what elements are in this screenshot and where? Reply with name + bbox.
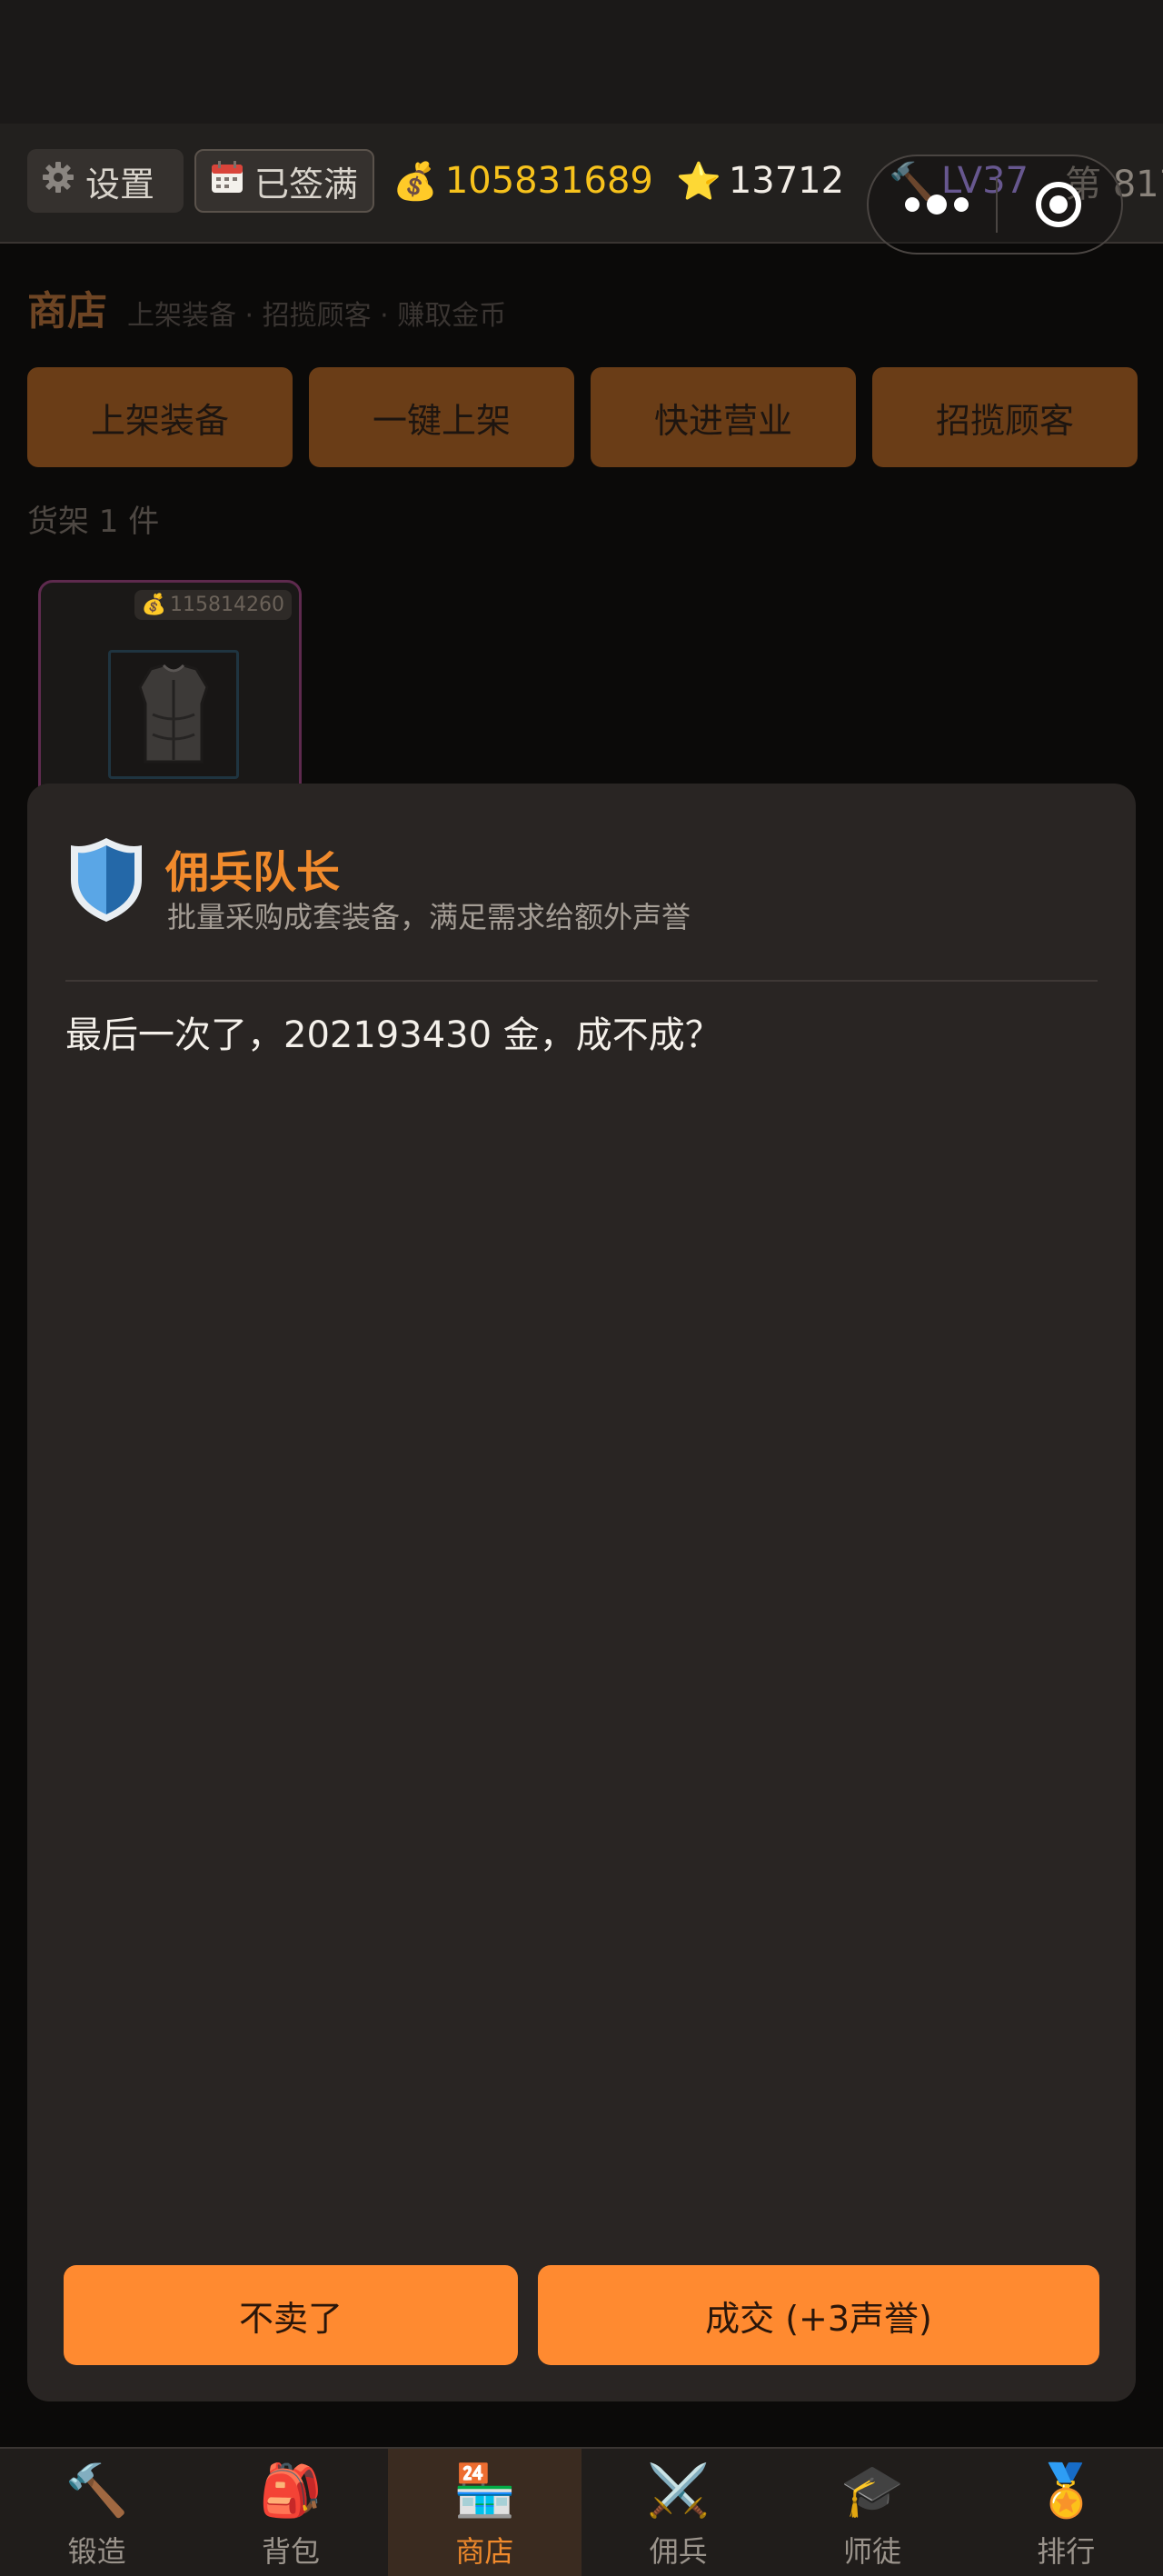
- accept-deal-button[interactable]: 成交 (+3声誉): [538, 2265, 1099, 2365]
- crossed-swords-icon: ⚔️: [646, 2461, 711, 2521]
- more-button[interactable]: [905, 195, 969, 215]
- nav-item-mercenary[interactable]: ⚔️ 佣兵: [582, 2449, 775, 2576]
- medal-icon: 🏅: [1034, 2461, 1098, 2521]
- star-icon: ⭐: [676, 160, 721, 203]
- nav-item-shop[interactable]: 🏪 商店: [387, 2449, 582, 2576]
- gear-icon: [40, 159, 76, 204]
- status-bar-area: [0, 0, 1163, 124]
- nav-item-mentor[interactable]: 🎓 师徒: [775, 2449, 969, 2576]
- customer-dialog: 佣兵队长 批量采购成套装备，满足需求给额外声誉 最后一次了，202193430 …: [27, 784, 1136, 2401]
- checkin-button[interactable]: 已签满: [194, 149, 374, 213]
- item-price: 115814260: [170, 594, 284, 616]
- nav-label: 商店: [455, 2534, 514, 2569]
- close-miniprogram-button[interactable]: [1036, 182, 1081, 227]
- settings-button[interactable]: 设置: [27, 149, 184, 213]
- reputation-balance: ⭐ 13712: [676, 149, 844, 213]
- one-click-list-button[interactable]: 一键上架: [309, 367, 574, 467]
- miniprogram-capsule: [867, 155, 1123, 255]
- bottom-nav: 🔨 锻造 🎒 背包 🏪 商店 ⚔️ 佣兵 🎓 师徒 🏅 排行: [0, 2447, 1163, 2576]
- armor-vest-icon: [108, 650, 239, 779]
- customer-description: 批量采购成套装备，满足需求给额外声誉: [167, 900, 691, 934]
- nav-label: 排行: [1037, 2534, 1096, 2569]
- fast-forward-button[interactable]: 快进营业: [591, 367, 856, 467]
- item-price-badge: 💰 115814260: [134, 590, 292, 620]
- dialog-header: 佣兵队长 批量采购成套装备，满足需求给额外声誉: [65, 834, 1098, 982]
- gold-balance: 💰 105831689: [393, 149, 653, 213]
- page-subtitle: 上架装备 · 招揽顾客 · 赚取金币: [127, 300, 507, 332]
- shield-icon: [65, 834, 147, 925]
- attract-customers-button[interactable]: 招揽顾客: [872, 367, 1138, 467]
- gold-value: 105831689: [444, 160, 653, 202]
- money-bag-icon: 💰: [393, 160, 438, 203]
- list-equipment-button[interactable]: 上架装备: [27, 367, 293, 467]
- nav-item-ranking[interactable]: 🏅 排行: [969, 2449, 1163, 2576]
- backpack-icon: 🎒: [259, 2461, 323, 2521]
- decline-button[interactable]: 不卖了: [64, 2265, 518, 2365]
- settings-label: 设置: [85, 164, 155, 205]
- nav-label: 背包: [261, 2534, 320, 2569]
- nav-label: 锻造: [67, 2534, 126, 2569]
- calendar-icon: [209, 159, 245, 204]
- hammer-icon: 🔨: [65, 2461, 129, 2521]
- star-value: 13712: [728, 160, 845, 202]
- money-bag-icon: 💰: [141, 594, 167, 616]
- shelf-count: 货架 1 件: [27, 504, 160, 540]
- nav-label: 师徒: [842, 2534, 901, 2569]
- offer-message: 最后一次了，202193430 金，成不成？: [65, 1014, 721, 1056]
- checkin-label: 已签满: [254, 164, 359, 205]
- nav-item-backpack[interactable]: 🎒 背包: [194, 2449, 387, 2576]
- resource-bar: 设置 已签满 💰 105831689 ⭐ 13712 🔨 LV37 第 81: [0, 124, 1163, 255]
- nav-label: 佣兵: [649, 2534, 708, 2569]
- nav-item-forge[interactable]: 🔨 锻造: [0, 2449, 194, 2576]
- store-icon: 🏪: [452, 2461, 517, 2521]
- customer-name: 佣兵队长: [165, 847, 341, 898]
- graduation-cap-icon: 🎓: [840, 2461, 904, 2521]
- page-title: 商店: [27, 288, 107, 334]
- shelf-item-card[interactable]: 💰 115814260: [38, 580, 302, 816]
